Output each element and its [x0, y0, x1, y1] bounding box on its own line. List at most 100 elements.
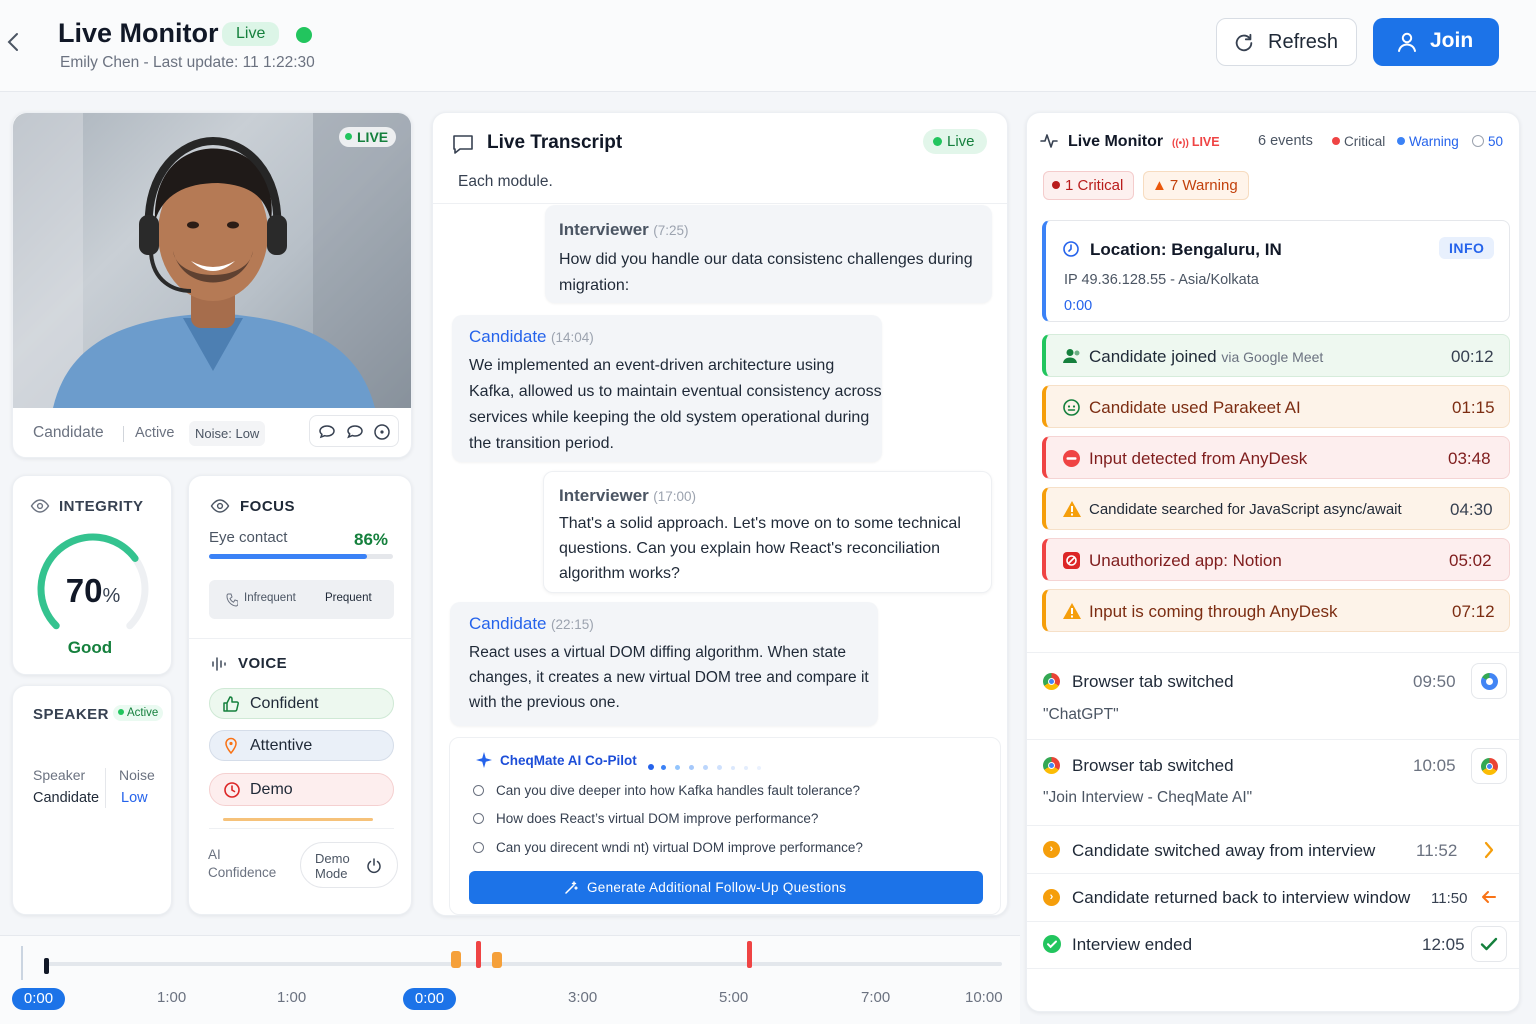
event-row-anydesk-input[interactable]: Input is coming through AnyDesk 07:12: [1042, 589, 1510, 632]
message-speaker: Candidate: [469, 327, 547, 346]
integrity-rating: Good: [67, 638, 113, 657]
warning-marker[interactable]: [451, 951, 461, 968]
join-label: Join: [1430, 29, 1474, 52]
toggle-frequent[interactable]: Prequent: [325, 592, 372, 604]
activity-icon: [1040, 134, 1058, 148]
location-clock-icon: [1063, 241, 1079, 257]
warning-marker[interactable]: [492, 952, 502, 968]
suggestion-text: Can you dive deeper into how Kafka handl…: [496, 783, 860, 798]
power-icon: [367, 858, 381, 874]
critical-dot-icon: [1052, 181, 1060, 189]
info-circle-icon[interactable]: [373, 423, 391, 441]
event-via: via Google Meet: [1221, 349, 1324, 365]
focus-event-ended[interactable]: Interview ended 12:05: [1027, 922, 1519, 968]
demo-mode-button[interactable]: Demo Mode: [300, 842, 398, 888]
toggle-infrequent[interactable]: Infrequent: [244, 592, 296, 604]
back-icon[interactable]: [4, 30, 24, 54]
message-header: Candidate (14:04): [469, 327, 594, 347]
location-event[interactable]: Location: Bengaluru, IN INFO IP 49.36.12…: [1042, 220, 1510, 322]
message-icon[interactable]: [346, 424, 364, 440]
open-tab-button[interactable]: [1471, 663, 1507, 699]
tab-switch-event[interactable]: Browser tab switched 10:05 "Join Intervi…: [1027, 740, 1519, 826]
circle-icon: [473, 785, 484, 796]
block-icon: [1063, 450, 1080, 467]
timeline-track[interactable]: [44, 962, 1002, 966]
live-dot-icon: [933, 137, 942, 146]
warning-dot-icon: [1397, 137, 1405, 145]
chrome-icon: [1043, 757, 1060, 774]
event-title: Browser tab switched: [1072, 756, 1234, 775]
event-time: 03:48: [1448, 449, 1491, 468]
message-header: Candidate (22:15): [469, 614, 594, 634]
event-title: Browser tab switched: [1072, 672, 1234, 691]
speaker-card: SPEAKER Active Speaker Candidate Noise L…: [12, 685, 172, 915]
event-time: 00:12: [1451, 347, 1494, 366]
suggestion-item[interactable]: Can you direcent wndi nt) virtual DOM im…: [473, 840, 863, 855]
tab-switch-event[interactable]: Browser tab switched 09:50 "ChatGPT": [1027, 653, 1519, 739]
event-title: Candidate switched away from interview: [1072, 841, 1376, 860]
count-badge-label: 50: [1488, 134, 1504, 149]
sparkle-icon: [476, 752, 492, 768]
current-time-badge: 0:00: [12, 988, 65, 1010]
refresh-button[interactable]: Refresh: [1216, 18, 1357, 66]
focus-event-away[interactable]: › Candidate switched away from interview…: [1027, 826, 1519, 873]
arrow-right-button[interactable]: [1471, 832, 1507, 868]
suggestion-item[interactable]: How does React’s virtual DOM improve per…: [473, 811, 818, 826]
voice-tag-confident[interactable]: Confident: [209, 688, 394, 719]
critical-chip[interactable]: 1 Critical: [1043, 171, 1135, 200]
voice-progress: [223, 818, 373, 821]
phone-icon: [226, 593, 238, 607]
live-dot-icon: [296, 27, 312, 43]
open-tab-button[interactable]: [1471, 748, 1507, 784]
message-time: (17:00): [653, 489, 696, 504]
event-row-anydesk[interactable]: Input detected from AnyDesk 03:48: [1042, 436, 1510, 479]
event-title: Unauthorized app: Notion: [1089, 551, 1282, 570]
timeline-playhead[interactable]: [44, 958, 49, 974]
critical-marker[interactable]: [476, 941, 481, 968]
video-live-label: LIVE: [357, 129, 389, 145]
live-badge: Live: [222, 22, 280, 46]
refresh-label: Refresh: [1268, 31, 1339, 53]
message-time: (22:15): [550, 617, 594, 632]
location-ip: IP 49.36.128.55 - Asia/Kolkata: [1064, 272, 1259, 288]
focus-voice-card: FOCUS Eye contact 86% Infrequent Prequen…: [188, 475, 413, 915]
clock-icon: [224, 782, 240, 798]
integrity-score: 70%: [13, 572, 173, 610]
warning-chip[interactable]: ▲ 7 Warning: [1143, 171, 1249, 200]
circle-icon: [473, 813, 484, 824]
join-button[interactable]: Join: [1373, 18, 1499, 66]
voice-tag-attentive[interactable]: Attentive: [209, 730, 394, 761]
frequency-toggle[interactable]: Infrequent Prequent: [209, 580, 394, 619]
ai-confidence-label: AI Confidence: [208, 846, 276, 882]
candidate-video[interactable]: LIVE: [13, 113, 411, 408]
event-detail: "ChatGPT": [1043, 706, 1119, 723]
focus-event-returned[interactable]: › Candidate returned back to interview w…: [1027, 874, 1519, 921]
event-row-notion[interactable]: Unauthorized app: Notion 05:02: [1042, 538, 1510, 581]
check-button[interactable]: [1471, 926, 1507, 962]
speaker-col1-label: Speaker: [33, 767, 86, 783]
event-row-search[interactable]: Candidate searched for JavaScript async/…: [1042, 487, 1510, 530]
message-text: How did you handle our data consistenc c…: [559, 251, 973, 294]
event-time: 09:50: [1413, 672, 1456, 691]
event-row-parakeet[interactable]: Candidate used Parakeet AI 01:15: [1042, 385, 1510, 428]
chat-icon: [453, 135, 473, 154]
voice-tag-demo[interactable]: Demo: [209, 773, 394, 806]
warning-legend-label: Warning: [1409, 134, 1459, 149]
video-live-badge: LIVE: [339, 127, 397, 147]
critical-marker[interactable]: [747, 941, 752, 968]
integrity-score-value: 70: [65, 572, 103, 609]
arrow-left-button[interactable]: [1471, 879, 1507, 915]
event-row-joined[interactable]: Candidate joined via Google Meet 00:12: [1042, 334, 1510, 377]
suggestion-item[interactable]: Can you dive deeper into how Kafka handl…: [473, 783, 860, 798]
generate-questions-button[interactable]: Generate Additional Follow-Up Questions: [469, 871, 983, 904]
timeline-tick: 7:00: [861, 989, 891, 1006]
event-title: Candidate joined via Google Meet: [1089, 347, 1323, 367]
warning-legend: Warning: [1397, 134, 1459, 149]
circle-icon: [473, 842, 484, 853]
monitor-live-label: LIVE: [1191, 135, 1220, 149]
timeline-start-line: [21, 946, 23, 980]
chat-bubble-icon[interactable]: [318, 424, 336, 440]
critical-legend-label: Critical: [1344, 134, 1386, 149]
demo-mode-label: Demo Mode: [315, 851, 350, 881]
divider: [105, 768, 106, 808]
